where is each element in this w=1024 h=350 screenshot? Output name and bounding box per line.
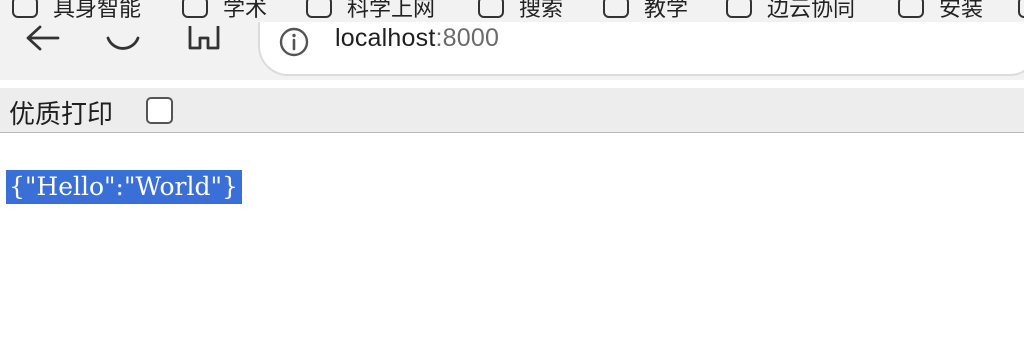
home-icon: [188, 26, 220, 50]
bookmark-folder[interactable]: 安装: [898, 0, 983, 22]
url-text[interactable]: localhost:8000: [335, 24, 499, 53]
back-button[interactable]: [20, 16, 64, 60]
bookmark-folder[interactable]: 搜索: [478, 0, 563, 22]
bookmark-folder-partial[interactable]: [1018, 0, 1024, 22]
folder-icon: [306, 0, 332, 18]
folder-icon: [603, 0, 629, 18]
bookmark-label: 安装: [939, 0, 984, 22]
home-button[interactable]: [182, 16, 226, 60]
browser-toolbar: localhost:8000: [0, 22, 1024, 80]
bookmark-folder[interactable]: 教学: [603, 0, 688, 22]
info-icon: [279, 27, 309, 57]
bookmark-label: 教学: [644, 0, 689, 22]
print-quality-label: 优质打印: [9, 100, 114, 130]
bookmark-label: 搜索: [519, 0, 564, 22]
address-bar[interactable]: localhost:8000: [258, 22, 1024, 76]
bookmark-label: 边云协同: [767, 0, 856, 22]
folder-icon: [1018, 0, 1024, 18]
json-response-text: {"Hello":"World"}: [6, 170, 242, 204]
back-arrow-icon: [26, 25, 60, 51]
page-content: {"Hello":"World"}: [0, 134, 1024, 350]
url-port: :8000: [435, 24, 500, 52]
print-options-bar: 优质打印: [0, 88, 1024, 133]
bookmark-folder[interactable]: 科学上网: [306, 0, 435, 22]
folder-icon: [478, 0, 504, 18]
site-info-button[interactable]: [276, 26, 312, 58]
reload-icon: [106, 36, 140, 50]
bookmark-label: 学术: [223, 0, 268, 22]
print-quality-checkbox[interactable]: [146, 97, 173, 124]
bookmark-folder[interactable]: 边云协同: [726, 0, 855, 22]
url-host: localhost: [335, 24, 436, 52]
bookmark-label: 科学上网: [347, 0, 436, 22]
folder-icon: [898, 0, 924, 18]
reload-button[interactable]: [101, 16, 145, 60]
bookmarks-bar: 具身智能 学术 科学上网 搜索 教学 边云协同 安装: [0, 0, 1024, 22]
folder-icon: [726, 0, 752, 18]
